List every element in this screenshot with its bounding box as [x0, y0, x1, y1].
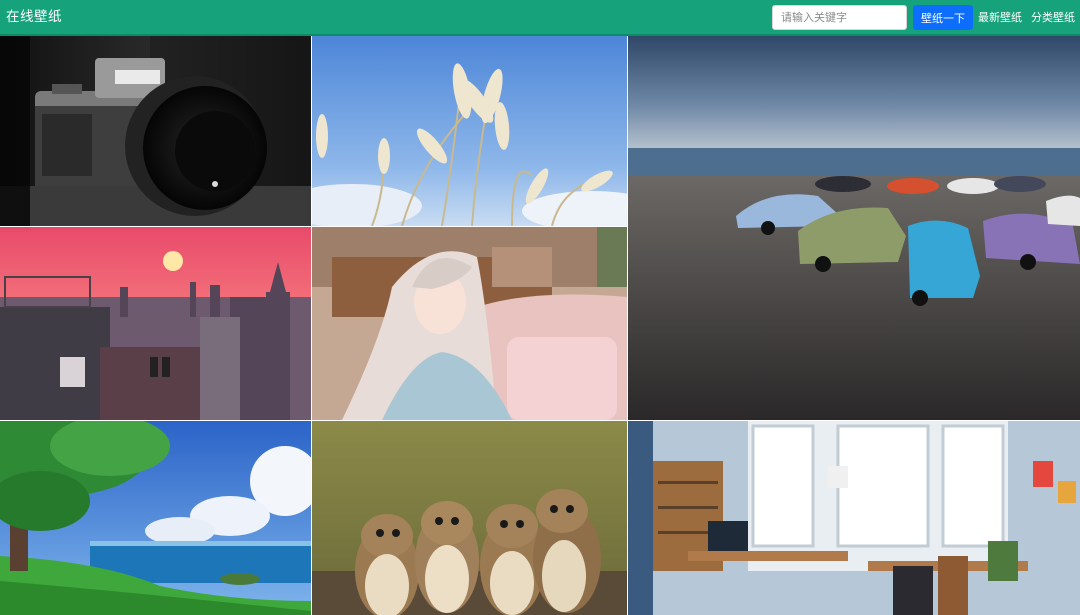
- search-input[interactable]: [772, 5, 907, 30]
- nav-latest-wallpapers[interactable]: 最新壁纸: [978, 10, 1022, 25]
- owls-photo: [312, 421, 627, 615]
- wallpaper-tile-camera[interactable]: [0, 36, 311, 226]
- anime-tree-seaside-photo: [0, 421, 311, 615]
- wallpaper-tile-owls[interactable]: [312, 421, 627, 615]
- wallpaper-tile-room[interactable]: [628, 421, 1080, 615]
- site-brand[interactable]: 在线壁纸: [6, 8, 62, 26]
- city-sunset-photo: [0, 227, 311, 420]
- camera-photo: [0, 36, 311, 226]
- wallpaper-tile-seaside[interactable]: [0, 421, 311, 615]
- nav-category-wallpapers[interactable]: 分类壁纸: [1031, 10, 1075, 25]
- cars-beach-photo: [628, 36, 1080, 420]
- reeds-sky-photo: [312, 36, 627, 226]
- wallpaper-tile-cars[interactable]: [628, 36, 1080, 420]
- anime-girl-photo: [312, 227, 627, 420]
- room-interior-photo: [628, 421, 1080, 615]
- wallpaper-tile-girl[interactable]: [312, 227, 627, 420]
- search-button[interactable]: 壁纸一下: [913, 5, 973, 30]
- wallpaper-tile-reeds[interactable]: [312, 36, 627, 226]
- top-navbar: 在线壁纸 壁纸一下 最新壁纸 分类壁纸: [0, 0, 1080, 36]
- wallpaper-tile-city[interactable]: [0, 227, 311, 420]
